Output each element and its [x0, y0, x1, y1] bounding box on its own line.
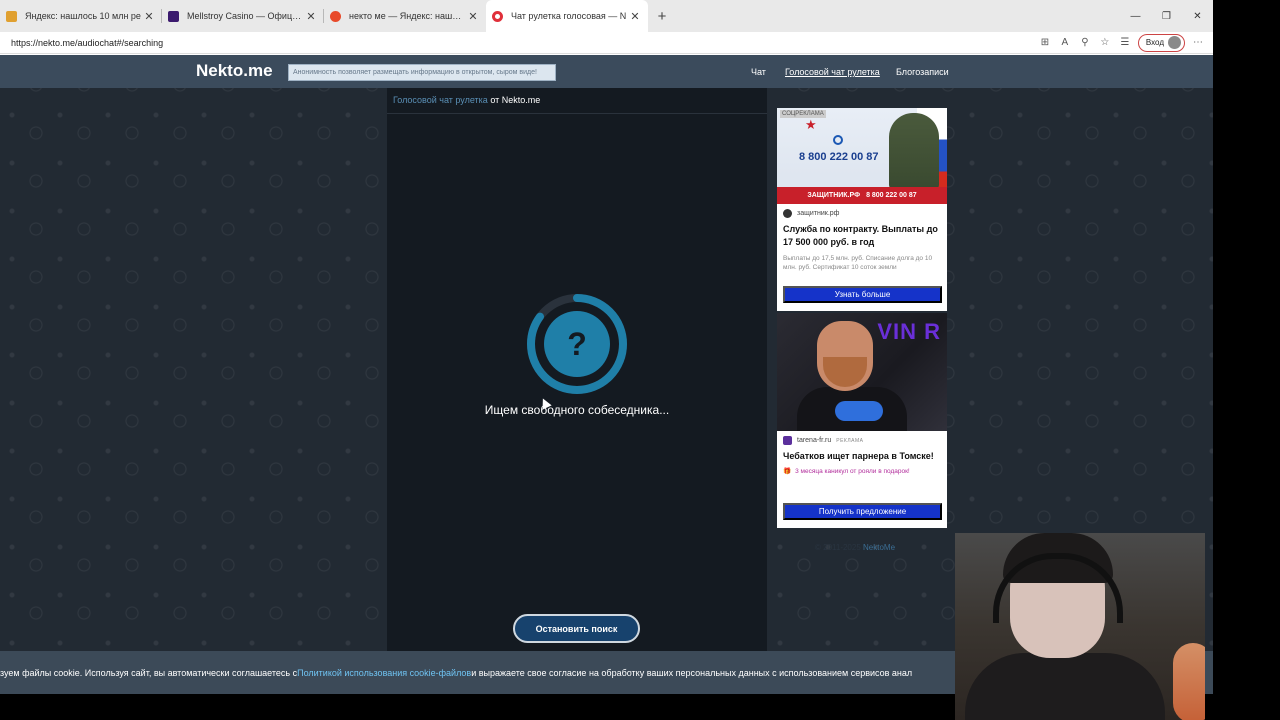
chat-panel: Голосовой чат рулетка от Nekto.me ? Ищем…: [387, 88, 767, 694]
ad-learn-more-button[interactable]: Узнать больше: [783, 286, 942, 303]
anon-notice-banner: Анонимность позволяет размещать информац…: [288, 64, 556, 81]
close-tab-icon[interactable]: ✕: [628, 10, 642, 23]
window-controls: — ❐ ✕: [1120, 0, 1213, 32]
ad-body: защитник.рф Служба по контракту. Выплаты…: [777, 204, 947, 272]
ad-source-domain[interactable]: защитник.рф: [797, 210, 839, 217]
nav-voice-chat[interactable]: Голосовой чат рулетка: [785, 67, 880, 77]
ad-card[interactable]: СОЦРЕКЛАМА ★ 8 800 222 00 87 ЗАЩИТНИК.РФ…: [777, 108, 947, 311]
login-button[interactable]: Вход: [1137, 33, 1185, 52]
login-label: Вход: [1145, 38, 1164, 47]
source-icon: [783, 436, 792, 445]
site-header: Nekto.me Анонимность позволяет размещать…: [0, 55, 1213, 88]
chat-header: Голосовой чат рулетка от Nekto.me: [387, 88, 767, 114]
banner-strip: ЗАЩИТНИК.РФ 8 800 222 00 87: [777, 187, 947, 204]
gamepad-image: [835, 401, 883, 421]
close-window-icon[interactable]: ✕: [1182, 0, 1213, 32]
extension-icon[interactable]: ⚲: [1078, 37, 1092, 48]
yandex-favicon-icon: [6, 10, 17, 22]
tab-strip: Яндекс: нашлось 10 млн ре ✕ Mellstroy Ca…: [0, 0, 1213, 32]
tab-title: Mellstroy Casino — Официальнь: [187, 11, 304, 21]
footer-link[interactable]: NektoMe: [863, 543, 895, 552]
searching-status: Ищем свободного собеседника...: [484, 403, 670, 417]
tab-title: Яндекс: нашлось 10 млн ре: [25, 11, 141, 21]
ad-promo: 🎁 3 месяца каникул от рояли в подарок!: [783, 467, 942, 476]
close-tab-icon[interactable]: ✕: [142, 10, 156, 23]
casino-favicon-icon: [168, 10, 179, 22]
star-emblem-icon: ★: [805, 117, 817, 132]
new-tab-button[interactable]: +: [648, 0, 676, 32]
webcam-overlay: [955, 533, 1205, 720]
ad-title[interactable]: Чебатков ищет парнера в Томске!: [783, 450, 942, 463]
cookie-policy-link[interactable]: Политикой использования cookie-файлов: [297, 668, 471, 678]
neon-sign: VIN R: [877, 319, 941, 344]
soldier-image: [889, 113, 939, 189]
ad-source-domain[interactable]: tarena-fr.ru: [797, 437, 831, 444]
chat-header-suffix: от Nekto.me: [487, 95, 541, 105]
browser-tab[interactable]: некто ме — Яндекс: нашлось 17 ✕: [324, 0, 486, 32]
phone-icon: [833, 135, 843, 145]
copyright-text: © 2011-2025: [815, 543, 864, 552]
nav-blog[interactable]: Блогозаписи: [896, 67, 949, 77]
ad-promo-text: 3 месяца каникул от рояли в подарок!: [795, 468, 910, 475]
cookie-text-before: зуем файлы cookie. Используя сайт, вы ав…: [0, 667, 298, 678]
address-bar: https://nekto.me/audiochat#/searching ⊞ …: [0, 32, 1213, 54]
yandex-favicon-icon: [330, 10, 341, 22]
ad-body: tarena-fr.ru РЕКЛАМА Чебатков ищет парне…: [777, 431, 947, 476]
search-spinner: ?: [527, 294, 627, 394]
banner-phone: 8 800 222 00 87: [799, 151, 879, 163]
close-tab-icon[interactable]: ✕: [304, 10, 318, 23]
question-mark: ?: [567, 326, 587, 362]
ad-title[interactable]: Служба по контракту. Выплаты до 17 500 0…: [783, 223, 942, 249]
cookie-text-after: и выражаете свое согласие на обработку в…: [471, 667, 913, 678]
footer-copyright: © 2011-2025 NektoMe: [815, 543, 895, 552]
ad-source: защитник.рф: [783, 209, 942, 218]
voice-chat-link[interactable]: Голосовой чат рулетка: [393, 95, 488, 105]
tab-title: некто ме — Яндекс: нашлось 17: [349, 11, 466, 21]
more-menu-icon[interactable]: ⋯: [1191, 37, 1205, 48]
ad-label: РЕКЛАМА: [836, 437, 864, 444]
browser-tab[interactable]: Яндекс: нашлось 10 млн ре ✕: [0, 0, 162, 32]
apps-icon[interactable]: ⊞: [1038, 37, 1052, 48]
site-logo[interactable]: Nekto.me: [196, 61, 273, 81]
nekto-favicon-icon: [492, 10, 503, 22]
ad-offer-button[interactable]: Получить предложение: [783, 503, 942, 520]
url-field[interactable]: https://nekto.me/audiochat#/searching: [0, 38, 1038, 48]
ad-source: tarena-fr.ru РЕКЛАМА: [783, 436, 942, 445]
ad-description: Выплаты до 17,5 млн. руб. Списание долга…: [783, 255, 933, 271]
nav-chat[interactable]: Чат: [751, 67, 766, 77]
tab-title: Чат рулетка голосовая — N: [511, 11, 627, 21]
social-ad-badge: СОЦРЕКЛАМА: [780, 110, 826, 118]
webcam-person-body: [965, 653, 1165, 720]
browser-toolbar: ⊞ A ⚲ ☆ ☰ Вход ⋯: [1038, 33, 1213, 52]
ad-card[interactable]: VIN R tarena-fr.ru РЕКЛАМА Чебатков ищет…: [777, 313, 947, 528]
read-aloud-icon[interactable]: A: [1058, 37, 1072, 48]
avatar: [1168, 36, 1181, 49]
source-icon: [783, 209, 792, 218]
maximize-icon[interactable]: ❐: [1151, 0, 1182, 32]
banner-strip-phone: 8 800 222 00 87: [866, 192, 917, 199]
banner-brand: ЗАЩИТНИК.РФ: [807, 192, 861, 199]
browser-tab-active[interactable]: Чат рулетка голосовая — N ✕: [486, 0, 648, 32]
ad-banner[interactable]: СОЦРЕКЛАМА ★ 8 800 222 00 87 ЗАЩИТНИК.РФ…: [777, 108, 947, 204]
browser-tab[interactable]: Mellstroy Casino — Официальнь ✕: [162, 0, 324, 32]
gift-icon: 🎁: [783, 468, 792, 475]
close-tab-icon[interactable]: ✕: [466, 10, 480, 23]
ad-photo[interactable]: VIN R: [777, 313, 947, 431]
stop-search-button[interactable]: Остановить поиск: [513, 614, 640, 643]
favorites-list-icon[interactable]: ☰: [1118, 37, 1132, 48]
favorite-star-icon[interactable]: ☆: [1098, 37, 1112, 48]
minimize-icon[interactable]: —: [1120, 0, 1151, 32]
lamp-graphic: [1173, 643, 1205, 720]
